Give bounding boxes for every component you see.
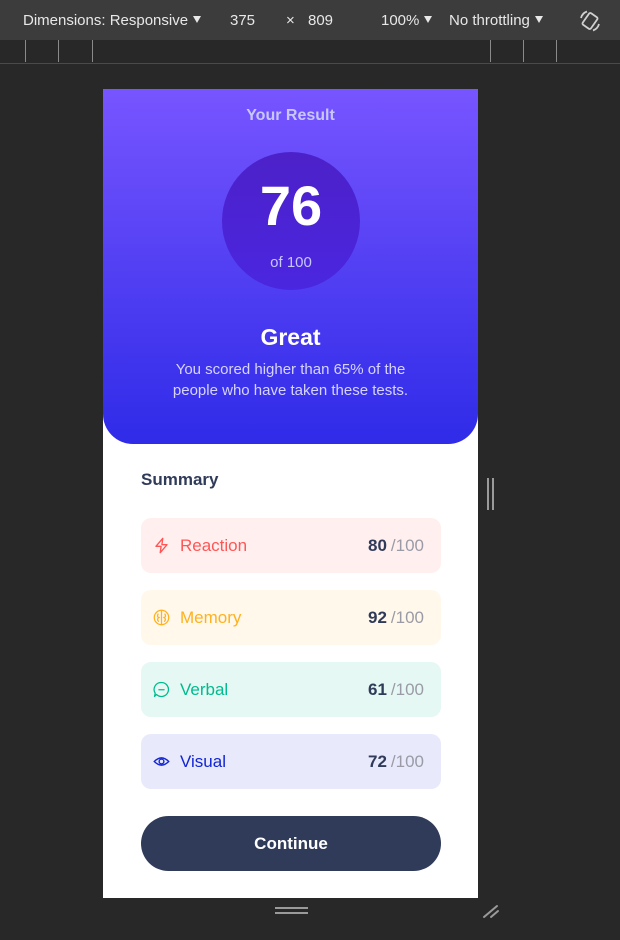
score-number: 72 xyxy=(367,752,387,771)
result-panel: Your Result 76 of 100 Great You scored h… xyxy=(103,89,478,444)
device-viewport: Your Result 76 of 100 Great You scored h… xyxy=(103,89,478,898)
score-number: 61 xyxy=(367,680,387,699)
summary-score: 80/100 xyxy=(368,536,424,556)
continue-button[interactable]: Continue xyxy=(141,816,441,871)
summary-label: Memory xyxy=(180,608,242,627)
resize-handle-right[interactable] xyxy=(487,478,495,510)
summary-score: 61/100 xyxy=(368,680,424,700)
score-of: of 100 xyxy=(270,254,312,271)
summary-row-reaction: Reaction 80/100 xyxy=(141,518,441,573)
result-description: You scored higher than 65% of the people… xyxy=(172,361,409,399)
chevron-down-icon xyxy=(534,16,543,23)
times-sign: × xyxy=(286,12,295,29)
lightning-icon xyxy=(155,537,168,554)
summary-row-verbal: Verbal 61/100 xyxy=(141,662,441,717)
zoom-dropdown[interactable]: 100% xyxy=(381,12,433,29)
height-input[interactable]: 809 xyxy=(308,12,333,29)
eye-icon xyxy=(153,757,170,766)
result-title: Your Result xyxy=(246,107,335,124)
summary-label: Visual xyxy=(180,752,226,771)
score-circle: 76 of 100 xyxy=(222,152,360,290)
summary-title: Summary xyxy=(141,470,219,489)
chat-icon xyxy=(153,681,170,698)
score-value: 76 xyxy=(259,174,323,237)
summary-row-memory: Memory 92/100 xyxy=(141,590,441,645)
grade-heading: Great xyxy=(260,324,321,350)
throttling-dropdown[interactable]: No throttling xyxy=(449,12,543,29)
score-max: /100 xyxy=(390,608,424,627)
throttling-label: No throttling xyxy=(449,12,530,29)
summary-label: Verbal xyxy=(180,680,229,699)
resize-handle-bottom[interactable] xyxy=(275,907,308,915)
score-max: /100 xyxy=(390,680,424,699)
brain-icon xyxy=(153,609,170,626)
chevron-down-icon xyxy=(193,16,202,23)
devtools-toolbar: Dimensions: Responsive 375 × 809 100% No… xyxy=(0,0,620,40)
chevron-down-icon xyxy=(424,16,433,23)
resize-handle-corner[interactable] xyxy=(482,903,500,919)
summary-label: Reaction xyxy=(180,536,248,555)
rotate-icon[interactable] xyxy=(578,9,602,33)
zoom-label: 100% xyxy=(381,12,420,29)
score-number: 92 xyxy=(367,608,387,627)
dimensions-dropdown[interactable]: Dimensions: Responsive xyxy=(23,12,202,29)
summary-score: 72/100 xyxy=(368,752,424,772)
dimensions-label: Dimensions: Responsive xyxy=(23,12,189,29)
media-query-ruler xyxy=(0,40,620,64)
summary-score: 92/100 xyxy=(368,608,424,628)
score-max: /100 xyxy=(390,752,424,771)
summary-row-visual: Visual 72/100 xyxy=(141,734,441,789)
width-input[interactable]: 375 xyxy=(230,12,255,29)
score-max: /100 xyxy=(390,536,424,555)
score-number: 80 xyxy=(367,536,387,555)
